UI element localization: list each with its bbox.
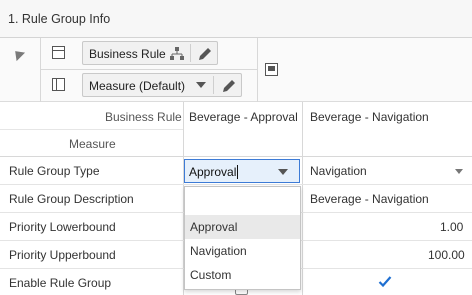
cell-dropdown-chevron-icon[interactable] bbox=[455, 169, 463, 174]
toolbar-divider bbox=[40, 38, 41, 102]
text-caret bbox=[237, 165, 238, 179]
column-layout-icon[interactable] bbox=[52, 78, 65, 91]
cell-priority-upperbound[interactable]: 100.00 bbox=[428, 248, 465, 262]
header-row-divider bbox=[0, 129, 183, 130]
column-header[interactable]: Beverage - Navigation bbox=[310, 110, 429, 124]
grid-col-divider bbox=[302, 102, 303, 295]
col-axis-label-business-rule: Business Rule bbox=[105, 110, 182, 124]
row-label: Rule Group Type bbox=[9, 164, 100, 178]
checkmark-icon[interactable] bbox=[378, 275, 392, 288]
section-title: 1. Rule Group Info bbox=[8, 12, 111, 26]
tile-divider bbox=[190, 44, 191, 62]
dropdown-option-navigation[interactable]: Navigation bbox=[185, 239, 300, 263]
toolbar-divider bbox=[257, 38, 258, 102]
cell-rule-group-description[interactable]: Beverage - Navigation bbox=[310, 192, 429, 206]
cell-rule-group-type[interactable]: Navigation bbox=[310, 164, 367, 178]
dim-tile-measure[interactable]: Measure (Default) bbox=[82, 73, 242, 97]
chevron-down-icon[interactable] bbox=[196, 82, 206, 89]
row-label: Priority Lowerbound bbox=[9, 220, 116, 234]
rule-group-type-editor[interactable]: Approval bbox=[184, 159, 300, 183]
column-header[interactable]: Beverage - Approval bbox=[189, 110, 298, 124]
dropdown-option-approval[interactable]: Approval bbox=[185, 215, 300, 239]
dropdown-menu: Approval Navigation Custom bbox=[184, 186, 301, 290]
tile-divider bbox=[213, 76, 214, 94]
edit-pencil-icon[interactable] bbox=[219, 76, 239, 96]
cell-priority-lowerbound[interactable]: 1.00 bbox=[440, 220, 463, 234]
editor-value[interactable]: Approval bbox=[189, 165, 236, 179]
chevron-down-icon[interactable] bbox=[278, 169, 288, 175]
grid-header-bottom-border bbox=[0, 156, 472, 157]
row-label: Priority Upperbound bbox=[9, 248, 116, 262]
layout-toggle-icon[interactable] bbox=[265, 63, 278, 76]
row-layout-icon[interactable] bbox=[52, 46, 65, 59]
hierarchy-icon[interactable] bbox=[169, 46, 185, 62]
dropdown-option-custom[interactable]: Custom bbox=[185, 263, 300, 287]
row-divider bbox=[0, 184, 472, 185]
toolbar-row-divider bbox=[40, 69, 257, 70]
col-axis-label-measure: Measure bbox=[69, 137, 116, 151]
dim-tile-label: Business Rule bbox=[89, 47, 166, 61]
row-label: Enable Rule Group bbox=[9, 276, 112, 290]
row-label: Rule Group Description bbox=[9, 192, 134, 206]
dim-tile-business-rule[interactable]: Business Rule bbox=[82, 41, 218, 65]
edit-pencil-icon[interactable] bbox=[195, 44, 215, 64]
dim-tile-label: Measure (Default) bbox=[89, 79, 186, 93]
